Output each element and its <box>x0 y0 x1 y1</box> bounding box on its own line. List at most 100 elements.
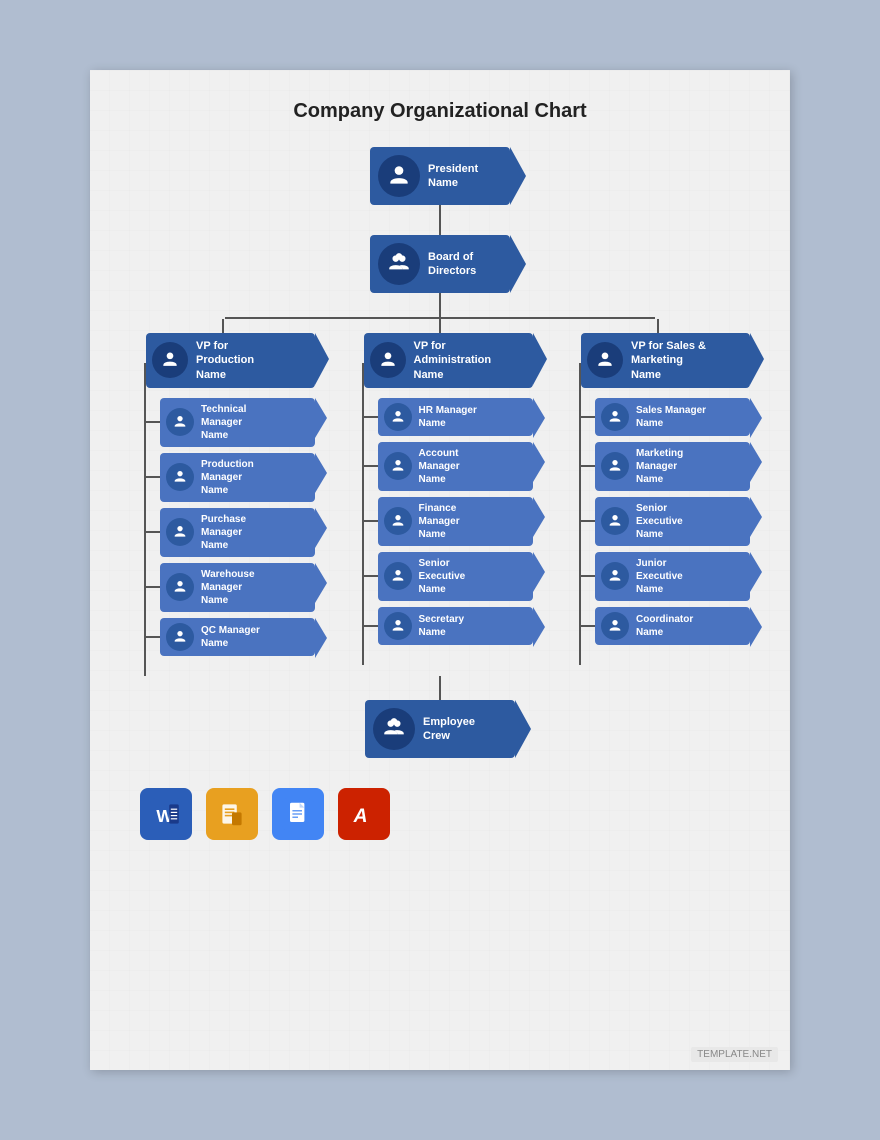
vp-prod-section: VP for Production Name <box>130 333 315 676</box>
vp-prod-left-bar <box>130 363 146 676</box>
je-icon <box>601 562 629 590</box>
warehouse-manager-node: WarehouseManagerName <box>160 563 315 612</box>
employee-text: Employee Crew <box>423 715 475 744</box>
vp-prod-text: VP for Production Name <box>196 339 254 382</box>
sec-text: SecretaryName <box>419 613 465 639</box>
purchase-manager-node: PurchaseManagerName <box>160 508 315 557</box>
watermark: TEMPLATE.NET <box>691 1047 778 1062</box>
employee-icon <box>373 708 415 750</box>
wh-text: WarehouseManagerName <box>201 568 255 607</box>
vp-admin-section: VP for Administration Name H <box>348 333 533 665</box>
senior-exec-admin-node: SeniorExecutiveName <box>378 552 533 601</box>
wh-icon <box>166 573 194 601</box>
word-icon[interactable]: W <box>140 788 192 840</box>
report-row: CoordinatorName <box>581 607 750 645</box>
ses-text: SeniorExecutiveName <box>636 502 683 541</box>
hr-icon <box>384 403 412 431</box>
acrobat-icon[interactable]: A <box>338 788 390 840</box>
mm-text: MarketingManagerName <box>636 447 683 486</box>
secretary-node: SecretaryName <box>378 607 533 645</box>
report-row: FinanceManagerName <box>364 497 533 546</box>
am-icon <box>384 452 412 480</box>
vp-prod-node: VP for Production Name <box>146 333 315 388</box>
org-chart: President Name B <box>120 147 760 758</box>
vp-sales-section: VP for Sales & Marketing Name <box>565 333 750 665</box>
vp-prod-vline-top <box>222 319 224 333</box>
vp-sales-icon <box>587 342 623 378</box>
sea-text: SeniorExecutiveName <box>419 557 466 596</box>
employee-level: Employee Crew <box>365 700 515 758</box>
am-text: AccountManagerName <box>419 447 460 486</box>
report-row: SeniorExecutiveName <box>581 497 750 546</box>
vp-sales-content: VP for Sales & Marketing Name <box>581 333 750 645</box>
line-admin-employee <box>439 676 441 700</box>
report-row: JuniorExecutiveName <box>581 552 750 601</box>
vp-sales-node: VP for Sales & Marketing Name <box>581 333 750 388</box>
report-row: ProductionManagerName <box>146 453 315 502</box>
ses-icon <box>601 507 629 535</box>
fm-icon <box>384 507 412 535</box>
report-row: PurchaseManagerName <box>146 508 315 557</box>
sales-manager-node: Sales ManagerName <box>595 398 750 436</box>
qc-manager-node: QC ManagerName <box>160 618 315 656</box>
qc-icon <box>166 623 194 651</box>
vp-admin-left-bar <box>348 363 364 665</box>
toolbar: W <box>120 788 760 840</box>
je-text: JuniorExecutiveName <box>636 557 683 596</box>
report-row: HR ManagerName <box>364 398 533 436</box>
coord-icon <box>601 612 629 640</box>
pm-icon <box>166 463 194 491</box>
report-row: WarehouseManagerName <box>146 563 315 612</box>
vp-sales-vline-top <box>657 319 659 333</box>
vp-prod-col: VP for Production Name <box>130 319 315 676</box>
svg-text:A: A <box>353 806 368 827</box>
report-row: TechnicalManagerName <box>146 398 315 447</box>
vp-admin-icon <box>370 342 406 378</box>
account-manager-node: AccountManagerName <box>378 442 533 491</box>
sm-icon <box>601 403 629 431</box>
employee-node: Employee Crew <box>365 700 515 758</box>
page: Company Organizational Chart President N… <box>90 70 790 1070</box>
vp-prod-vert-line <box>144 363 146 676</box>
vp-sales-reports: Sales ManagerName MarketingManagerName <box>581 398 750 645</box>
president-icon <box>378 155 420 197</box>
production-manager-node: ProductionManagerName <box>160 453 315 502</box>
vp-admin-node: VP for Administration Name <box>364 333 533 388</box>
tm-text: TechnicalManagerName <box>201 403 246 442</box>
tm-icon <box>166 408 194 436</box>
mm-icon <box>601 452 629 480</box>
president-text: President Name <box>428 162 478 191</box>
junior-exec-node: JuniorExecutiveName <box>595 552 750 601</box>
report-row: SecretaryName <box>364 607 533 645</box>
finance-manager-node: FinanceManagerName <box>378 497 533 546</box>
report-row: QC ManagerName <box>146 618 315 656</box>
pm-text: ProductionManagerName <box>201 458 254 497</box>
coordinator-node: CoordinatorName <box>595 607 750 645</box>
board-text: Board of Directors <box>428 250 476 279</box>
docs-icon[interactable] <box>272 788 324 840</box>
marketing-manager-node: MarketingManagerName <box>595 442 750 491</box>
vp-admin-content: VP for Administration Name H <box>364 333 533 645</box>
pur-text: PurchaseManagerName <box>201 513 246 552</box>
technical-manager-node: TechnicalManagerName <box>160 398 315 447</box>
vp-prod-reports: TechnicalManagerName ProductionManagerNa… <box>146 398 315 656</box>
sea-icon <box>384 562 412 590</box>
report-row: MarketingManagerName <box>581 442 750 491</box>
pages-icon[interactable] <box>206 788 258 840</box>
chart-title: Company Organizational Chart <box>120 100 760 123</box>
vp-sales-col: VP for Sales & Marketing Name <box>565 319 750 665</box>
vp-prod-content: VP for Production Name <box>146 333 315 656</box>
sec-icon <box>384 612 412 640</box>
vp-admin-reports: HR ManagerName AccountManagerName <box>364 398 533 645</box>
vp-prod-icon <box>152 342 188 378</box>
board-level: Board of Directors <box>370 235 510 293</box>
vp-admin-text: VP for Administration Name <box>414 339 492 382</box>
vp-row: VP for Production Name <box>130 319 750 676</box>
fm-text: FinanceManagerName <box>419 502 460 541</box>
vp-sales-left-bar <box>565 363 581 665</box>
president-level: President Name <box>370 147 510 205</box>
president-node: President Name <box>370 147 510 205</box>
pur-icon <box>166 518 194 546</box>
coord-text: CoordinatorName <box>636 613 693 639</box>
report-row: AccountManagerName <box>364 442 533 491</box>
